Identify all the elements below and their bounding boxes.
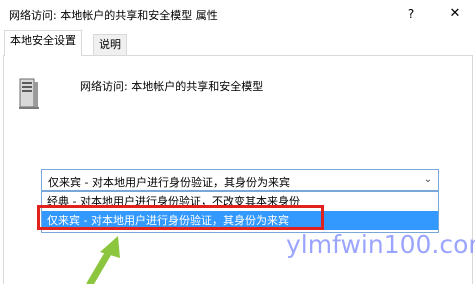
chevron-down-icon[interactable]: ⌄ [422, 173, 434, 187]
tab-label: 本地安全设置 [10, 34, 76, 47]
server-computer-icon [19, 78, 39, 109]
policy-name: 网络访问: 本地帐户的共享和安全模型 [80, 80, 264, 93]
window-title: 网络访问: 本地帐户的共享和安全模型 属性 [9, 9, 218, 22]
security-model-select[interactable]: 仅来宾 - 对本地用户进行身份验证，其身份为来宾 ⌄ [41, 169, 439, 191]
tab-strip: 本地安全设置 说明 [0, 28, 475, 56]
select-value: 仅来宾 - 对本地用户进行身份验证，其身份为来宾 [48, 176, 290, 189]
arrow-icon [86, 236, 120, 284]
close-button[interactable]: ✕ [442, 4, 468, 24]
help-button[interactable]: ? [400, 4, 422, 24]
highlight-box [37, 205, 324, 230]
tab-label: 说明 [99, 38, 121, 51]
title-bar: 网络访问: 本地帐户的共享和安全模型 属性 ? ✕ [0, 0, 475, 28]
tab-local-security-setting[interactable]: 本地安全设置 [4, 30, 82, 56]
watermark: ylmfwin100.com [286, 230, 475, 259]
tab-explain[interactable]: 说明 [93, 34, 127, 56]
